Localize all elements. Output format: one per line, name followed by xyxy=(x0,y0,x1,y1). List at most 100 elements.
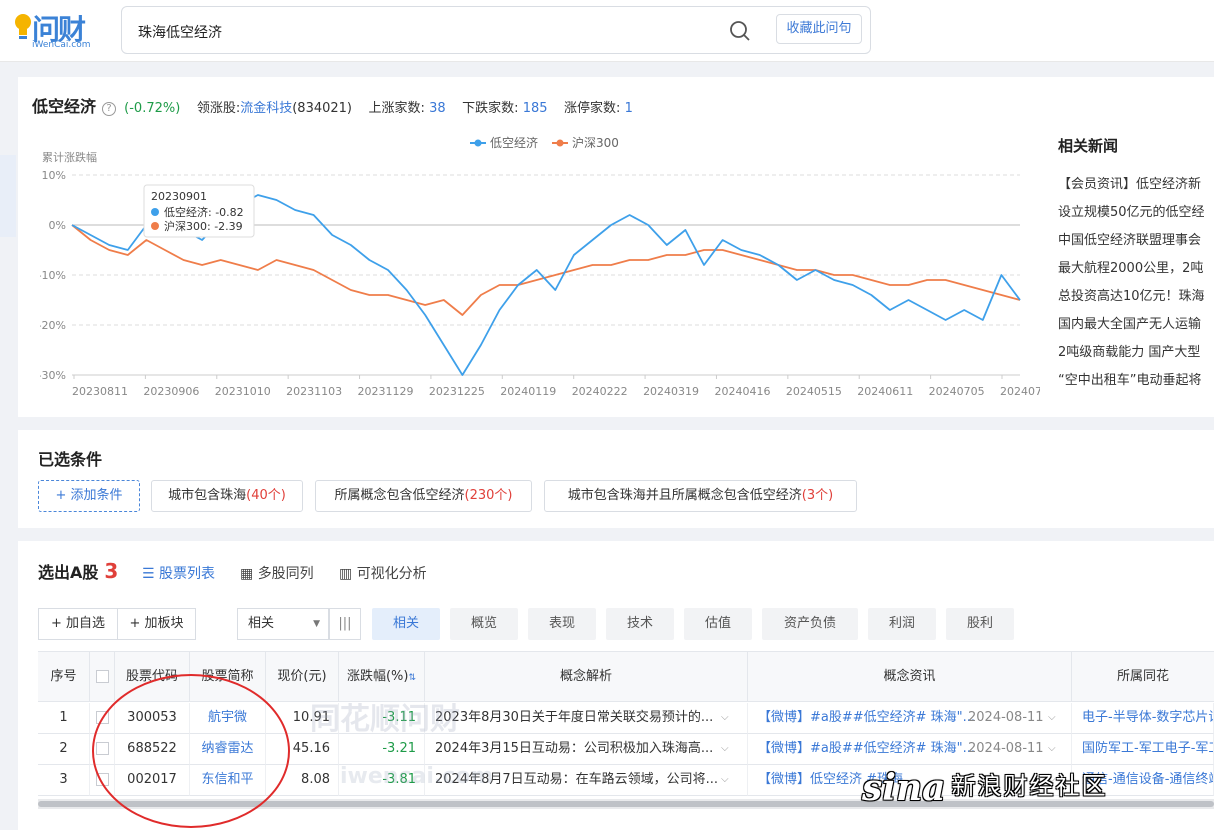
tooltip-date: 20230901 xyxy=(151,190,207,203)
concept-overview-panel: 低空经济? (-0.72%) 领涨股:流金科技(834021) 上涨家数: 38… xyxy=(18,77,1214,424)
news-item[interactable]: 国内最大全国产无人运输 xyxy=(1058,311,1214,339)
concept-text: 2024年8月7日互动易：在车路云领域，公司将... xyxy=(435,772,719,787)
concept-change: (-0.72%) xyxy=(124,101,181,116)
col-header-code[interactable]: 股票代码 xyxy=(115,652,190,702)
tab-dividend[interactable]: 股利 xyxy=(946,608,1014,640)
stock-table: 序号 股票代码 股票简称 现价(元) 涨跌幅(%)⇅ 概念解析 概念资讯 所属同… xyxy=(38,651,1214,807)
sort-select[interactable]: 相关 ▼ xyxy=(237,608,329,640)
condition-chip[interactable]: 所属概念包含低空经济(230个) xyxy=(315,480,532,512)
tab-visual-analysis[interactable]: ▥ 可视化分析 xyxy=(339,563,427,583)
plus-icon: + xyxy=(50,616,62,631)
legend-entry[interactable]: 沪深300 xyxy=(572,136,619,150)
news-item[interactable]: 【会员资讯】低空经济新 xyxy=(1058,171,1214,199)
col-header-change[interactable]: 涨跌幅(%)⇅ xyxy=(339,652,425,702)
legend-swatch-dot[interactable] xyxy=(474,139,482,147)
cell-select[interactable] xyxy=(90,703,115,734)
cell-industry[interactable]: 通信-通信设备-通信终端 xyxy=(1072,765,1214,796)
wencai-logo[interactable]: 问财 iWenCai.com xyxy=(14,8,104,54)
cell-select[interactable] xyxy=(90,765,115,796)
condition-chip[interactable]: 城市包含珠海(40个) xyxy=(151,480,303,512)
favorite-question-button[interactable]: 收藏此问句 xyxy=(776,14,862,44)
y-tick-label: 10% xyxy=(42,169,66,182)
related-news: 相关新闻 【会员资讯】低空经济新 设立规模50亿元的低空经 中国低空经济联盟理事… xyxy=(1058,135,1214,395)
concept-title: 低空经济 xyxy=(32,97,97,116)
column-settings-button[interactable]: ||| xyxy=(329,608,361,640)
cell-index: 1 xyxy=(38,703,90,734)
select-all-checkbox[interactable] xyxy=(95,670,109,683)
help-icon[interactable]: ? xyxy=(102,102,117,116)
news-text[interactable]: 【微博】#a股##低空经济# 珠海"... xyxy=(758,710,975,725)
scrollbar-thumb[interactable] xyxy=(38,801,1214,807)
news-item[interactable]: 最大航程2000公里，2吨 xyxy=(1058,255,1214,283)
grid-icon: ▦ xyxy=(240,566,254,582)
cell-industry[interactable]: 电子-半导体-数字芯片设 xyxy=(1072,703,1214,734)
cell-name[interactable]: 航宇微 xyxy=(190,703,266,734)
col-header-price[interactable]: 现价(元) xyxy=(266,652,339,702)
news-item[interactable]: 2吨级商载能力 国产大型 xyxy=(1058,339,1214,367)
cell-concept: 2024年8月7日互动易：在车路云领域，公司将... ⌵ xyxy=(425,765,748,796)
x-tick-label: 20240119 xyxy=(500,385,556,398)
tab-technical[interactable]: 技术 xyxy=(606,608,674,640)
tooltip-series-2: 沪深300: -2.39 xyxy=(164,219,243,233)
row-checkbox[interactable] xyxy=(95,742,109,755)
row-checkbox[interactable] xyxy=(95,711,109,724)
tab-valuation[interactable]: 估值 xyxy=(684,608,752,640)
concept-text: 2023年8月30日关于年度日常关联交易预计的... xyxy=(435,710,714,725)
tab-stock-list[interactable]: ☰ 股票列表 xyxy=(142,563,215,583)
tab-multi-stock[interactable]: ▦ 多股同列 xyxy=(240,563,314,583)
expand-chevron-icon[interactable]: ⌵ xyxy=(1048,765,1056,795)
results-count: 3 xyxy=(104,559,119,583)
tab-label: 可视化分析 xyxy=(356,566,427,582)
leader-label: 领涨股: xyxy=(196,101,241,116)
leader-stock-link[interactable]: 流金科技 xyxy=(240,101,292,116)
legend-swatch-dot[interactable] xyxy=(556,139,564,147)
row-checkbox[interactable] xyxy=(95,773,109,786)
news-item[interactable]: 设立规模50亿元的低空经 xyxy=(1058,199,1214,227)
expand-chevron-icon[interactable]: ⌵ xyxy=(1048,703,1056,733)
add-watchlist-button[interactable]: + 加自选 xyxy=(38,608,118,640)
expand-chevron-icon[interactable]: ⌵ xyxy=(721,734,729,764)
tab-profit[interactable]: 利润 xyxy=(868,608,936,640)
cell-price: 8.08 xyxy=(266,765,339,796)
tab-label: 股票列表 xyxy=(159,566,216,582)
cell-code: 688522 xyxy=(115,734,190,765)
add-condition-button[interactable]: + 添加条件 xyxy=(38,480,140,512)
horizontal-scrollbar[interactable] xyxy=(38,799,1214,809)
limit-count[interactable]: 1 xyxy=(625,101,633,116)
expand-chevron-icon[interactable]: ⌵ xyxy=(721,765,729,795)
x-tick-label: 20231225 xyxy=(429,385,485,398)
x-tick-label: 20240731 xyxy=(1000,385,1040,398)
cell-name[interactable]: 东信和平 xyxy=(190,765,266,796)
news-text[interactable]: 【微博】#a股##低空经济# 珠海"... xyxy=(758,741,975,756)
news-text[interactable]: 【微博】低空经济 #珠海... xyxy=(758,772,915,787)
legend-entry[interactable]: 低空经济 xyxy=(490,135,538,150)
news-item[interactable]: “空中出租车”电动垂起将 xyxy=(1058,367,1214,395)
up-count[interactable]: 38 xyxy=(429,101,446,116)
search-input[interactable]: 珠海低空经济 xyxy=(138,22,222,42)
cell-name[interactable]: 纳睿雷达 xyxy=(190,734,266,765)
expand-chevron-icon[interactable]: ⌵ xyxy=(1048,734,1056,764)
cell-price: 45.16 xyxy=(266,734,339,765)
caret-down-icon: ▼ xyxy=(313,619,320,629)
news-item[interactable]: 总投资高达10亿元！珠海 xyxy=(1058,283,1214,311)
search-icon[interactable] xyxy=(728,19,752,43)
condition-chip[interactable]: 城市包含珠海并且所属概念包含低空经济(3个) xyxy=(544,480,857,512)
col-header-select[interactable] xyxy=(90,652,115,702)
cell-change: -3.81 xyxy=(339,765,425,796)
search-box[interactable]: 珠海低空经济 收藏此问句 xyxy=(121,6,871,54)
sort-icon[interactable]: ⇅ xyxy=(408,673,416,683)
expand-chevron-icon[interactable]: ⌵ xyxy=(721,703,729,733)
series-line[interactable] xyxy=(71,224,1021,316)
col-header-name[interactable]: 股票简称 xyxy=(190,652,266,702)
add-block-button[interactable]: + 加板块 xyxy=(117,608,196,640)
tab-overview[interactable]: 概览 xyxy=(450,608,518,640)
chart-svg[interactable]: 累计涨跌幅 10% 0% -10% -20% -30% 20230811 20230906 20… xyxy=(38,129,1056,424)
down-count[interactable]: 185 xyxy=(523,101,548,116)
cell-select[interactable] xyxy=(90,734,115,765)
cumulative-change-chart[interactable]: 累计涨跌幅 10% 0% -10% -20% -30% 20230811 20230906 20… xyxy=(38,129,1056,424)
tab-performance[interactable]: 表现 xyxy=(528,608,596,640)
tab-related[interactable]: 相关 xyxy=(372,608,440,640)
cell-industry[interactable]: 国防军工-军工电子-军工 xyxy=(1072,734,1214,765)
news-item[interactable]: 中国低空经济联盟理事会 xyxy=(1058,227,1214,255)
tab-balance-sheet[interactable]: 资产负债 xyxy=(762,608,858,640)
